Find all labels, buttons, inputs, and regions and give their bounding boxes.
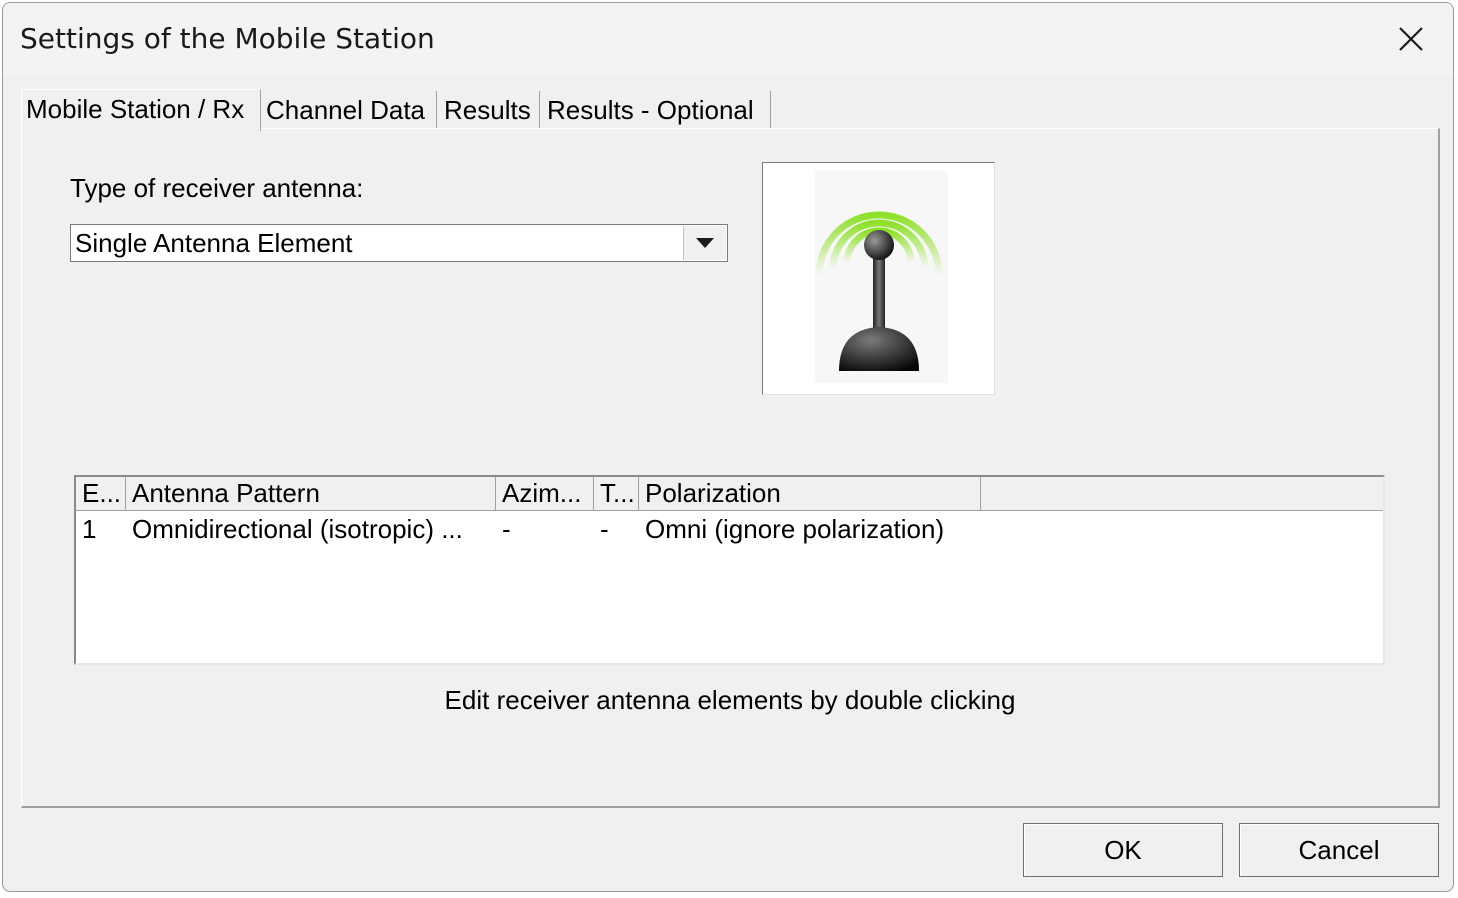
column-header-tilt[interactable]: T... [594,477,639,510]
close-icon [1399,27,1423,51]
title-bar: Settings of the Mobile Station [3,3,1453,75]
tab-channel-data[interactable]: Channel Data [262,91,437,129]
cell-tilt: - [600,514,609,544]
cell-antenna-pattern: Omnidirectional (isotropic) ... [132,514,463,544]
column-header-azimuth[interactable]: Azim... [496,477,594,510]
cell-polarization: Omni (ignore polarization) [645,514,945,544]
receiver-type-label: Type of receiver antenna: [70,173,364,203]
cancel-button[interactable]: Cancel [1239,823,1439,877]
edit-hint: Edit receiver antenna elements by double… [444,685,1016,715]
settings-dialog: Settings of the Mobile Station Mobile St… [2,2,1454,892]
column-header-polarization[interactable]: Polarization [639,477,981,510]
ok-button[interactable]: OK [1023,823,1223,877]
antenna-signal-icon [815,171,948,383]
cell-element: 1 [82,514,97,544]
table-header: E... Antenna Pattern Azim... T... Polari… [76,477,1383,511]
table-row[interactable]: 1 Omnidirectional (isotropic) ... - - Om… [76,511,1383,547]
column-header-antenna-pattern[interactable]: Antenna Pattern [126,477,496,510]
antenna-image [762,162,995,395]
chevron-down-icon [696,238,714,248]
tab-panel: Type of receiver antenna: Single Antenna… [21,128,1440,808]
column-header-element[interactable]: E... [76,477,126,510]
close-button[interactable] [1381,15,1441,63]
receiver-type-select[interactable]: Single Antenna Element [70,224,728,262]
tab-mobile-station-rx[interactable]: Mobile Station / Rx [21,89,261,131]
window-title: Settings of the Mobile Station [20,22,435,55]
tab-results[interactable]: Results [440,91,540,129]
cell-azimuth: - [502,514,511,544]
receiver-type-value: Single Antenna Element [75,228,353,258]
antenna-elements-table[interactable]: E... Antenna Pattern Azim... T... Polari… [74,475,1385,665]
tab-results-optional[interactable]: Results - Optional [543,91,771,129]
dropdown-button[interactable] [683,226,726,260]
